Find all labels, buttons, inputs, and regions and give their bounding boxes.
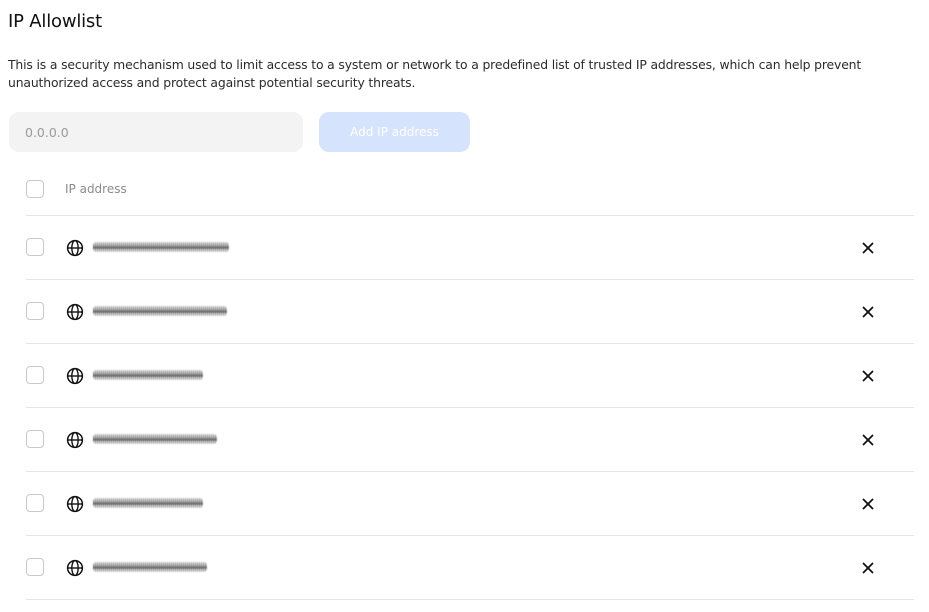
remove-ip-button[interactable] xyxy=(858,430,878,450)
row-checkbox[interactable] xyxy=(26,238,44,256)
page-description: This is a security mechanism used to lim… xyxy=(8,57,862,90)
ip-address-value: ███.███.███.██ xyxy=(93,498,203,508)
ip-address-value: ███.███.███.███ xyxy=(93,562,207,572)
close-icon xyxy=(862,562,874,574)
table-row: ███.███.███.███ xyxy=(26,216,914,280)
globe-icon xyxy=(66,303,84,321)
table-row: ███.███.███.███ xyxy=(26,280,914,344)
close-icon xyxy=(862,434,874,446)
table-row: ███.███.███.██ xyxy=(26,472,914,536)
row-checkbox[interactable] xyxy=(26,430,44,448)
row-checkbox[interactable] xyxy=(26,366,44,384)
remove-ip-button[interactable] xyxy=(858,366,878,386)
row-checkbox[interactable] xyxy=(26,558,44,576)
globe-icon xyxy=(66,239,84,257)
ip-address-value: ███.███.███.███ xyxy=(93,242,229,252)
ip-address-input[interactable] xyxy=(9,112,303,152)
page-title: IP Allowlist xyxy=(8,11,102,32)
row-checkbox[interactable] xyxy=(26,302,44,320)
ip-address-value: ███.███.███.███ xyxy=(93,306,227,316)
close-icon xyxy=(862,242,874,254)
table-row: ███.███.███.███ xyxy=(26,536,914,600)
globe-icon xyxy=(66,495,84,513)
close-icon xyxy=(862,306,874,318)
row-checkbox[interactable] xyxy=(26,494,44,512)
remove-ip-button[interactable] xyxy=(858,302,878,322)
globe-icon xyxy=(66,559,84,577)
ip-address-value: ███.███.███.███ xyxy=(93,434,217,444)
close-icon xyxy=(862,370,874,382)
ip-address-value: ███.███.███.██ xyxy=(93,370,203,380)
table-row: ███.███.███.███ xyxy=(26,408,914,472)
table-row: ███.███.███.██ xyxy=(26,344,914,408)
close-icon xyxy=(862,498,874,510)
table-header: IP address xyxy=(26,170,914,216)
remove-ip-button[interactable] xyxy=(858,558,878,578)
add-ip-address-button[interactable]: Add IP address xyxy=(319,112,470,152)
globe-icon xyxy=(66,431,84,449)
remove-ip-button[interactable] xyxy=(858,238,878,258)
remove-ip-button[interactable] xyxy=(858,494,878,514)
ip-address-column-header: IP address xyxy=(65,182,127,196)
select-all-checkbox[interactable] xyxy=(26,180,44,198)
globe-icon xyxy=(66,367,84,385)
